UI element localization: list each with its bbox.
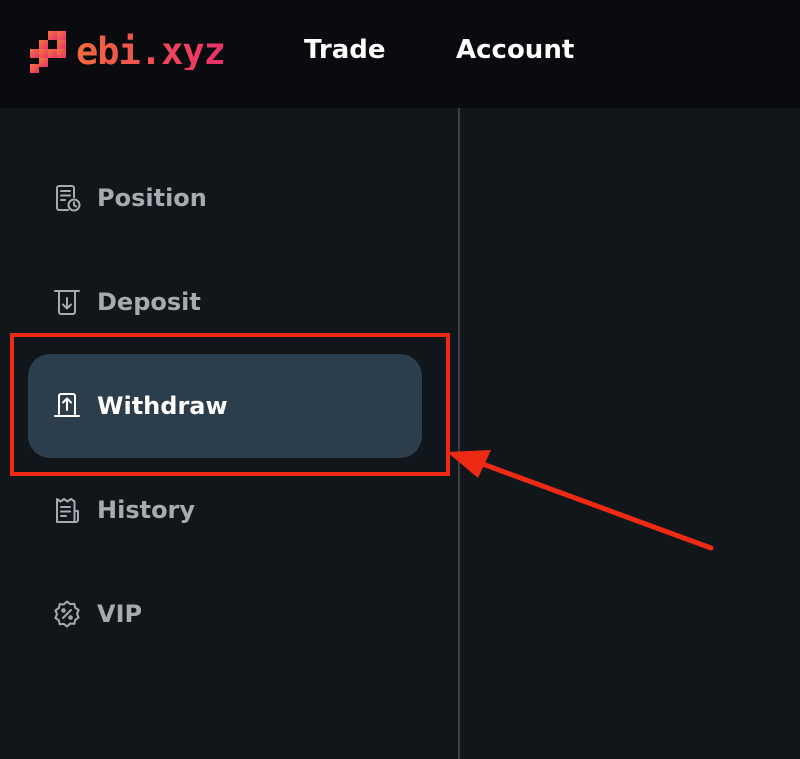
nav-trade[interactable]: Trade: [304, 33, 386, 67]
logo-mark-icon: [30, 31, 66, 73]
sidebar-item-label: VIP: [97, 600, 143, 628]
history-icon: [56, 498, 79, 523]
deposit-icon: [54, 290, 80, 315]
sidebar-divider: [458, 108, 460, 759]
vip-badge-icon: [54, 600, 80, 628]
sidebar-item-label: Deposit: [97, 288, 201, 316]
sidebar-item-label: Position: [97, 184, 207, 212]
nav-account[interactable]: Account: [456, 33, 574, 67]
brand-logo[interactable]: ebi.xyz: [26, 28, 226, 74]
sidebar-item-vip[interactable]: VIP: [28, 562, 422, 666]
annotation-highlight-box: [10, 333, 450, 476]
brand-name: ebi.xyz: [76, 29, 226, 73]
sidebar-item-label: History: [97, 496, 196, 524]
sidebar-item-position[interactable]: Position: [28, 146, 422, 250]
position-icon: [56, 185, 81, 212]
page: ebi.xyz Trade Account Position Deposit W…: [0, 0, 800, 759]
top-navbar: ebi.xyz Trade Account: [0, 0, 800, 108]
